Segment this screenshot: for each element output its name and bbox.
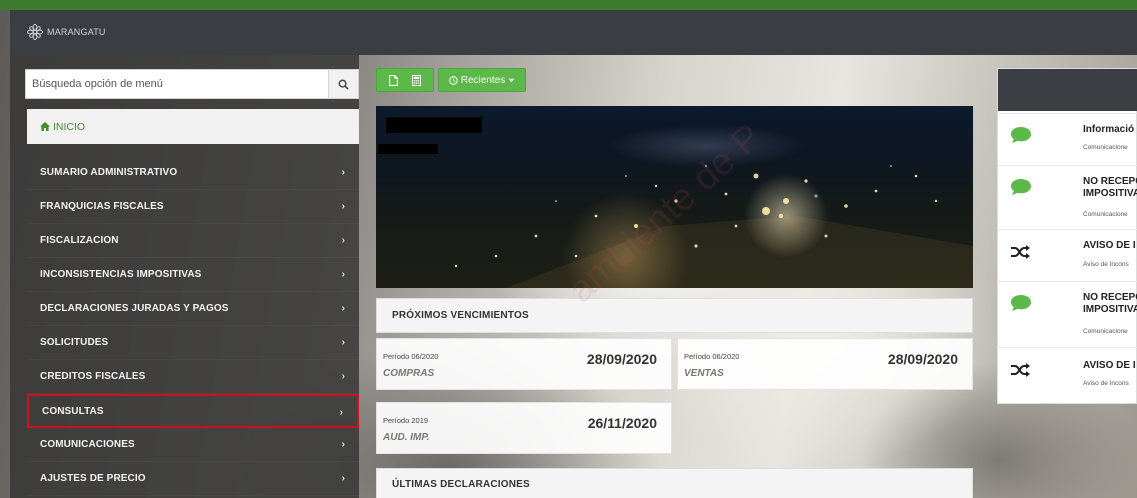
due-period: Período 06/2020 — [383, 352, 439, 361]
shuffle-icon — [1011, 363, 1030, 377]
redacted-block — [386, 117, 482, 133]
recent-dropdown-button[interactable]: Recientes — [438, 68, 526, 92]
sidebar-item-ajustes-de-precio[interactable]: AJUSTES DE PRECIO › — [27, 462, 359, 496]
due-type: COMPRAS — [383, 368, 435, 379]
due-card[interactable]: Período 06/2020 28/09/2020 COMPRAS — [376, 338, 672, 390]
menu-search — [25, 69, 359, 99]
notification-item[interactable]: Informació Comunicacione — [998, 113, 1137, 165]
section-title: ÚLTIMAS DECLARACIONES — [392, 478, 530, 490]
top-bar: MARANGATU — [10, 10, 1137, 55]
comment-icon — [1011, 295, 1031, 311]
notification-item[interactable]: NO RECEPC IMPOSITIVA Comunicacione — [998, 165, 1137, 229]
sidebar-item-sumario-administrativo[interactable]: SUMARIO ADMINISTRATIVO › — [27, 156, 359, 190]
due-type: VENTAS — [684, 368, 724, 379]
due-date: 28/09/2020 — [586, 351, 657, 367]
chevron-right-icon: › — [341, 337, 345, 348]
comment-icon — [1011, 179, 1031, 195]
chevron-right-icon: › — [341, 201, 345, 212]
sidebar-item-label: SUMARIO ADMINISTRATIVO — [40, 167, 178, 178]
notification-title: Informació — [1083, 124, 1135, 135]
redacted-block — [378, 144, 438, 154]
notification-title: NO RECEPC — [1083, 176, 1137, 187]
due-period: Período 2019 — [383, 416, 429, 425]
notification-item[interactable]: AVISO DE I Aviso de Incons — [998, 347, 1137, 403]
chevron-right-icon: › — [339, 407, 343, 418]
home-icon — [40, 122, 50, 131]
chevron-right-icon: › — [341, 439, 345, 450]
shuffle-icon — [1011, 245, 1030, 259]
chevron-right-icon: › — [341, 371, 345, 382]
sidebar-item-label: CREDITOS FISCALES — [40, 371, 146, 382]
chevron-right-icon: › — [341, 303, 345, 314]
sidebar-item-solicitudes[interactable]: SOLICITUDES › — [27, 326, 359, 360]
brand[interactable]: MARANGATU — [26, 23, 106, 41]
notification-title: NO RECEPC — [1083, 292, 1137, 303]
notification-title: AVISO DE I — [1083, 360, 1136, 371]
notification-subtitle: Aviso de Incons — [1083, 261, 1129, 268]
notification-subtitle: Comunicacione — [1083, 211, 1128, 218]
sidebar-item-label: INCONSISTENCIAS IMPOSITIVAS — [40, 269, 202, 280]
notification-title-line2: IMPOSITIVA — [1083, 304, 1137, 315]
quick-actions-group — [376, 68, 434, 92]
sidebar-item-label: SOLICITUDES — [40, 337, 109, 348]
sidebar-item-label: INICIO — [53, 120, 86, 133]
clock-icon — [448, 75, 458, 85]
caret-down-icon — [508, 78, 515, 82]
calculator-icon[interactable] — [412, 74, 421, 86]
chevron-right-icon: › — [341, 235, 345, 246]
search-icon — [338, 79, 349, 90]
sidebar-item-label: FISCALIZACION — [40, 235, 119, 246]
sidebar-item-label: AJUSTES DE PRECIO — [40, 473, 146, 484]
sidebar-item-franquicias-fiscales[interactable]: FRANQUICIAS FISCALES › — [27, 190, 359, 224]
notification-subtitle: Comunicacione — [1083, 328, 1128, 335]
due-card[interactable]: Período 2019 26/11/2020 AUD. IMP. — [376, 402, 672, 454]
sidebar-item-declaraciones-juradas-y-pagos[interactable]: DECLARACIONES JURADAS Y PAGOS › — [27, 292, 359, 326]
due-date: 26/11/2020 — [587, 415, 657, 431]
sidebar-menu: SUMARIO ADMINISTRATIVO › FRANQUICIAS FISC… — [27, 156, 359, 496]
notification-title: AVISO DE I — [1083, 240, 1136, 251]
sidebar-item-comunicaciones[interactable]: COMUNICACIONES › — [27, 428, 359, 462]
sidebar-item-inicio[interactable]: INICIO — [27, 109, 359, 144]
chevron-right-icon: › — [341, 269, 345, 280]
due-type: AUD. IMP. — [383, 432, 430, 443]
sidebar-item-label: COMUNICACIONES — [40, 439, 135, 450]
sidebar-item-label: DECLARACIONES JURADAS Y PAGOS — [40, 303, 229, 314]
search-input[interactable] — [26, 70, 328, 98]
notification-item[interactable]: NO RECEPC IMPOSITIVA Comunicacione — [998, 281, 1137, 347]
due-period: Período 06/2020 — [684, 352, 740, 361]
marangatu-logo-icon — [27, 24, 43, 40]
sidebar-item-label: FRANQUICIAS FISCALES — [40, 201, 164, 212]
main-toolbar: Recientes — [376, 68, 526, 92]
sidebar-item-creditos-fiscales[interactable]: CREDITOS FISCALES › — [27, 360, 359, 394]
search-button[interactable] — [328, 70, 358, 98]
notification-subtitle: Aviso de Incons — [1083, 380, 1129, 387]
last-declarations-header: ÚLTIMAS DECLARACIONES — [376, 468, 973, 498]
recent-label: Recientes — [460, 74, 506, 86]
due-card[interactable]: Período 06/2020 28/09/2020 VENTAS — [677, 338, 973, 390]
notification-subtitle: Comunicacione — [1083, 144, 1128, 151]
notifications-header — [998, 69, 1137, 111]
notifications-panel: Informació Comunicacione NO RECEPC IMPOS… — [997, 68, 1137, 404]
due-date: 28/09/2020 — [887, 351, 958, 367]
sidebar: INICIO SUMARIO ADMINISTRATIVO › FRANQUICI… — [10, 55, 359, 498]
notification-item[interactable]: AVISO DE I Aviso de Incons — [998, 229, 1137, 281]
brand-name: MARANGATU — [47, 27, 106, 37]
section-title: PRÓXIMOS VENCIMIENTOS — [392, 310, 529, 321]
top-accent-strip — [0, 0, 1137, 10]
upcoming-due-header: PRÓXIMOS VENCIMIENTOS — [376, 298, 973, 333]
chevron-right-icon: › — [341, 473, 345, 484]
sidebar-item-consultas[interactable]: CONSULTAS › — [27, 394, 359, 428]
chevron-right-icon: › — [341, 167, 345, 178]
sidebar-item-inconsistencias-impositivas[interactable]: INCONSISTENCIAS IMPOSITIVAS › — [27, 258, 359, 292]
file-icon[interactable] — [389, 74, 398, 86]
sidebar-item-label: CONSULTAS — [42, 405, 104, 417]
comment-icon — [1011, 127, 1031, 143]
sidebar-item-fiscalizacion[interactable]: FISCALIZACION › — [27, 224, 359, 258]
notification-title-line2: IMPOSITIVA — [1083, 188, 1137, 199]
